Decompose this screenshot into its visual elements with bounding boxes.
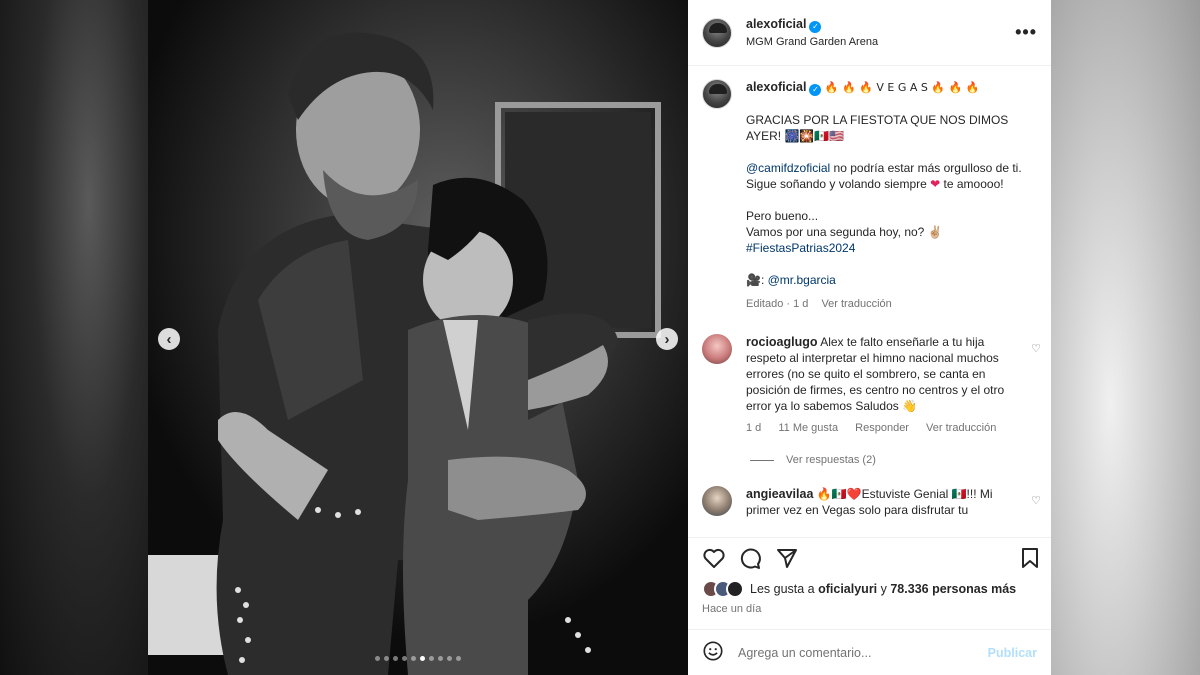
previous-slide-button[interactable]: ‹ (158, 328, 180, 350)
carousel-dot (429, 656, 434, 661)
comment-bubble-icon[interactable] (738, 546, 762, 573)
chevron-left-icon: ‹ (166, 330, 172, 348)
liker-avatar[interactable] (726, 580, 744, 598)
comment-item: rocioaglugo Alex te falto enseñarle a tu… (688, 334, 1051, 436)
heart-emoji-icon: ❤ (930, 177, 941, 191)
post-actions-bar (688, 537, 1051, 577)
translate-comment-button[interactable]: Ver traducción (926, 422, 996, 434)
emoji-picker-icon[interactable] (702, 640, 724, 665)
comments-scroll-area[interactable]: alexoficial ✓ 🔥 🔥 🔥 V E G A S 🔥 🔥 🔥 GRACI… (688, 67, 1051, 537)
liker-username[interactable]: oficialyuri (818, 582, 877, 596)
likes-summary: Les gusta a oficialyuri y 78.336 persona… (702, 580, 1016, 598)
caption-title-line: 🔥 🔥 🔥 V E G A S 🔥 🔥 🔥 (824, 81, 980, 94)
reply-button[interactable]: Responder (855, 422, 909, 434)
likes-prefix: Les gusta a (750, 582, 819, 596)
like-heart-icon[interactable] (702, 546, 726, 573)
more-options-icon[interactable]: ••• (1015, 22, 1037, 43)
post-location[interactable]: MGM Grand Garden Arena (746, 36, 878, 48)
like-comment-heart-icon[interactable]: ♡ (1031, 342, 1041, 355)
carousel-dot (456, 656, 461, 661)
caption-line-3: Sigue soñando y volando siempre (746, 177, 927, 191)
share-send-icon[interactable] (775, 546, 799, 573)
likes-count[interactable]: 78.336 personas más (890, 582, 1016, 596)
carousel-dot (393, 656, 398, 661)
blurred-background-right (1051, 0, 1200, 675)
carousel-dot (402, 656, 407, 661)
post-details-panel: alexoficial ✓ MGM Grand Garden Arena ••• … (688, 0, 1051, 675)
screenshot-stage: ‹ › alexoficial ✓ MGM Grand Garden Arena … (0, 0, 1200, 675)
comment-item: angieavilaa 🔥🇲🇽❤️Estuviste Genial 🇲🇽!!! … (688, 486, 1051, 518)
comment-input[interactable] (738, 645, 988, 660)
caption-line-1: GRACIAS POR LA FIESTOTA QUE NOS DIMOS AY… (746, 113, 1009, 143)
avatar[interactable] (702, 486, 732, 516)
verified-badge-icon: ✓ (809, 84, 822, 96)
translate-caption-button[interactable]: Ver traducción (821, 298, 891, 310)
hug-photo-illustration (148, 0, 688, 675)
carousel-dot (420, 656, 425, 661)
publish-button[interactable]: Publicar (988, 646, 1037, 660)
chevron-right-icon: › (664, 330, 670, 348)
carousel-dot (411, 656, 416, 661)
post-photo[interactable]: ‹ › (148, 0, 688, 675)
view-replies-label: Ver respuestas (2) (786, 454, 876, 466)
blurred-background-left (0, 0, 148, 675)
verified-badge-icon: ✓ (809, 21, 822, 33)
caption: alexoficial ✓ 🔥 🔥 🔥 V E G A S 🔥 🔥 🔥 GRACI… (688, 67, 1051, 312)
comment-like-count[interactable]: 11 Me gusta (778, 422, 838, 434)
avatar[interactable] (702, 17, 732, 48)
next-slide-button[interactable]: › (656, 328, 678, 350)
caption-username[interactable]: alexoficial (746, 80, 806, 94)
camera-emoji-icon: 🎥: (746, 273, 765, 287)
replies-divider (750, 459, 774, 461)
caption-line-4: Pero bueno... (746, 209, 819, 223)
caption-line-2: no podría estar más orgulloso de ti. (830, 161, 1022, 175)
post-author-username[interactable]: alexoficial (746, 17, 806, 31)
comment-username[interactable]: angieavilaa (746, 487, 813, 501)
avatar[interactable] (702, 79, 732, 109)
carousel-dot (447, 656, 452, 661)
post-header: alexoficial ✓ MGM Grand Garden Arena ••• (688, 0, 1051, 66)
view-replies-button[interactable]: Ver respuestas (2) (750, 454, 1051, 466)
add-comment-bar: Publicar (688, 629, 1051, 675)
caption-line-5: Vamos por una segunda hoy, no? ✌🏼 (746, 225, 943, 239)
carousel-dot (375, 656, 380, 661)
credit-user-link[interactable]: @mr.bgarcia (768, 273, 836, 287)
carousel-dot (438, 656, 443, 661)
post-time-ago[interactable]: Hace un día (702, 603, 761, 615)
carousel-indicator (148, 656, 688, 661)
hashtag-link[interactable]: #FiestasPatrias2024 (746, 241, 855, 255)
caption-meta: Editado · 1 d Ver traducción (746, 296, 1036, 312)
comment-time[interactable]: 1 d (746, 422, 761, 434)
mention-link[interactable]: @camifdzoficial (746, 161, 830, 175)
comment-username[interactable]: rocioaglugo (746, 335, 818, 349)
like-comment-heart-icon[interactable]: ♡ (1031, 494, 1041, 507)
carousel-dot (384, 656, 389, 661)
edited-time: Editado · 1 d (746, 298, 809, 310)
caption-line-3-end: te amoooo! (940, 177, 1004, 191)
likes-join: y (877, 582, 891, 596)
avatar[interactable] (702, 334, 732, 364)
save-bookmark-icon[interactable] (1018, 546, 1042, 573)
